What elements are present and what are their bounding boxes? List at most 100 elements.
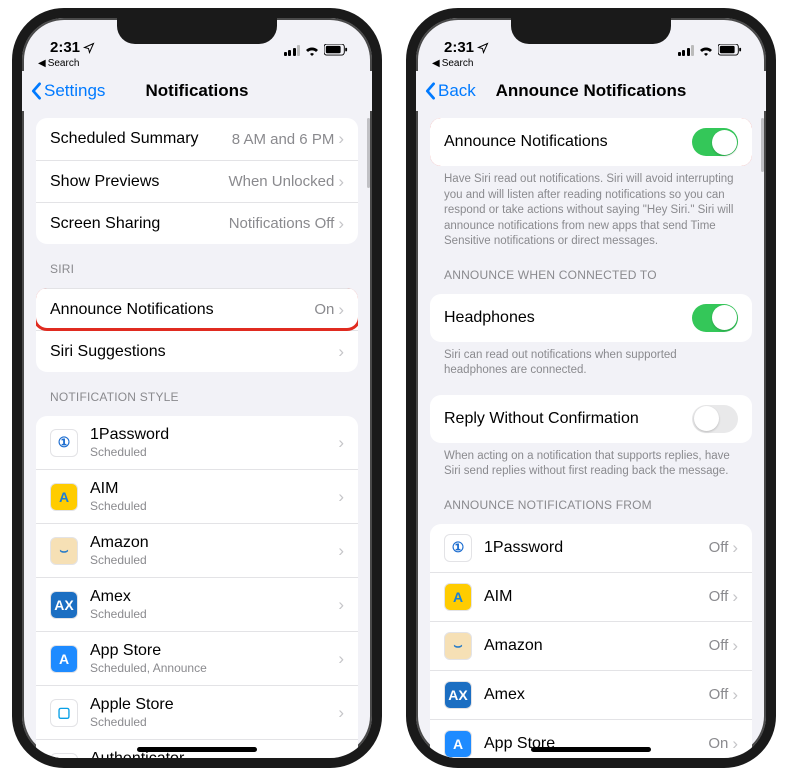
chevron-right-icon: › — [338, 172, 344, 192]
notch — [117, 18, 277, 44]
row-announce notifications[interactable]: Announce Notifications On› — [36, 288, 358, 330]
row-label: Announce Notifications — [50, 301, 314, 319]
app-sub: Scheduled, Announce — [90, 661, 338, 675]
row-detail: When Unlocked — [228, 173, 334, 190]
app-name: AIM — [484, 588, 709, 606]
row-scheduled summary[interactable]: Scheduled Summary 8 AM and 6 PM› — [36, 118, 358, 160]
app-detail: On — [708, 735, 728, 752]
chevron-right-icon: › — [338, 129, 344, 149]
headphones-toggle[interactable] — [692, 304, 738, 332]
row-siri suggestions[interactable]: Siri Suggestions › — [36, 330, 358, 372]
app-name: Apple Store — [90, 696, 338, 714]
group-from-apps: ① 1Password Off› A AIM Off› ⌣ Amazon Off… — [430, 524, 752, 758]
announce-footer: Have Siri read out notifications. Siri w… — [416, 166, 766, 250]
app-icon: ① — [50, 429, 78, 457]
app-row-apple store[interactable]: ▢ Apple Store Scheduled › — [36, 685, 358, 739]
app-row-amex[interactable]: AX Amex Off› — [430, 670, 752, 719]
app-icon: ◉ — [50, 753, 78, 759]
status-time: 2:31 — [50, 39, 80, 56]
group-reply: Reply Without Confirmation — [430, 395, 752, 443]
group-main-toggle: Announce Notifications — [430, 118, 752, 166]
app-row-1password[interactable]: ① 1Password Scheduled › — [36, 416, 358, 469]
app-detail: Off — [709, 637, 729, 654]
app-row-amex[interactable]: AX Amex Scheduled › — [36, 577, 358, 631]
app-icon: AX — [444, 681, 472, 709]
section-header-connected: ANNOUNCE WHEN CONNECTED TO — [416, 250, 766, 288]
chevron-right-icon: › — [338, 433, 344, 453]
app-icon: A — [444, 730, 472, 758]
app-name: Amex — [90, 588, 338, 606]
row-show previews[interactable]: Show Previews When Unlocked› — [36, 160, 358, 202]
app-sub: Scheduled — [90, 553, 338, 567]
app-icon: ▢ — [50, 699, 78, 727]
section-header-from: ANNOUNCE NOTIFICATIONS FROM — [416, 480, 766, 518]
chevron-right-icon: › — [732, 538, 738, 558]
row-detail: 8 AM and 6 PM — [232, 131, 335, 148]
app-icon: AX — [50, 591, 78, 619]
chevron-right-icon: › — [338, 649, 344, 669]
reply-toggle[interactable] — [692, 405, 738, 433]
app-sub: Scheduled — [90, 499, 338, 513]
cell-signal-icon — [678, 45, 695, 56]
app-icon: A — [50, 645, 78, 673]
group-headphones: Headphones — [430, 294, 752, 342]
row-label: Show Previews — [50, 173, 228, 191]
app-row-app store[interactable]: A App Store On› — [430, 719, 752, 758]
row-label: Scheduled Summary — [50, 130, 232, 148]
chevron-right-icon: › — [732, 734, 738, 754]
headphones-footer: Siri can read out notifications when sup… — [416, 342, 766, 379]
battery-icon — [324, 44, 348, 56]
app-sub: Scheduled — [90, 445, 338, 459]
app-icon: ⌣ — [444, 632, 472, 660]
content-area: Announce Notifications Have Siri read ou… — [416, 112, 766, 758]
content-area: Scheduled Summary 8 AM and 6 PM› Show Pr… — [22, 112, 372, 758]
app-sub: Scheduled — [90, 607, 338, 621]
chevron-right-icon: › — [338, 300, 344, 320]
row-headphones[interactable]: Headphones — [430, 294, 752, 342]
chevron-right-icon: › — [338, 757, 344, 759]
app-row-1password[interactable]: ① 1Password Off› — [430, 524, 752, 572]
chevron-right-icon: › — [732, 636, 738, 656]
chevron-right-icon: › — [732, 685, 738, 705]
row-label: Screen Sharing — [50, 215, 229, 233]
app-row-aim[interactable]: A AIM Off› — [430, 572, 752, 621]
app-row-app store[interactable]: A App Store Scheduled, Announce › — [36, 631, 358, 685]
chevron-right-icon: › — [338, 214, 344, 234]
chevron-right-icon: › — [338, 342, 344, 362]
group-apps: ① 1Password Scheduled › A AIM Scheduled … — [36, 416, 358, 758]
announce-toggle[interactable] — [692, 128, 738, 156]
headphones-label: Headphones — [444, 309, 692, 327]
app-icon: A — [444, 583, 472, 611]
app-row-amazon[interactable]: ⌣ Amazon Scheduled › — [36, 523, 358, 577]
reply-footer: When acting on a notification that suppo… — [416, 443, 766, 480]
row-detail: On — [314, 301, 334, 318]
location-icon — [83, 42, 95, 54]
section-header-siri: SIRI — [22, 244, 372, 282]
phone-left: 2:31 ◀ Search Settings Notifications Sch… — [12, 8, 382, 768]
app-name: Amazon — [484, 637, 709, 655]
battery-icon — [718, 44, 742, 56]
location-icon — [477, 42, 489, 54]
row-announce-notifications[interactable]: Announce Notifications — [430, 118, 752, 166]
breadcrumb[interactable]: ◀ Search — [22, 58, 372, 71]
group-general: Scheduled Summary 8 AM and 6 PM› Show Pr… — [36, 118, 358, 244]
row-screen sharing[interactable]: Screen Sharing Notifications Off› — [36, 202, 358, 244]
home-indicator[interactable] — [137, 747, 257, 752]
section-header-style: NOTIFICATION STYLE — [22, 372, 372, 410]
app-row-aim[interactable]: A AIM Scheduled › — [36, 469, 358, 523]
app-icon: A — [50, 483, 78, 511]
reply-label: Reply Without Confirmation — [444, 410, 692, 428]
group-siri: Announce Notifications On› Siri Suggesti… — [36, 288, 358, 372]
row-label: Siri Suggestions — [50, 343, 338, 361]
breadcrumb-label: Search — [442, 58, 474, 69]
app-row-amazon[interactable]: ⌣ Amazon Off› — [430, 621, 752, 670]
phone-right: 2:31 ◀ Search Back Announce Notification… — [406, 8, 776, 768]
app-icon: ⌣ — [50, 537, 78, 565]
app-name: Amex — [484, 686, 709, 704]
app-name: 1Password — [90, 426, 338, 444]
app-detail: Off — [709, 686, 729, 703]
row-reply-without-confirmation[interactable]: Reply Without Confirmation — [430, 395, 752, 443]
breadcrumb[interactable]: ◀ Search — [416, 58, 766, 71]
app-name: 1Password — [484, 539, 709, 557]
home-indicator[interactable] — [531, 747, 651, 752]
